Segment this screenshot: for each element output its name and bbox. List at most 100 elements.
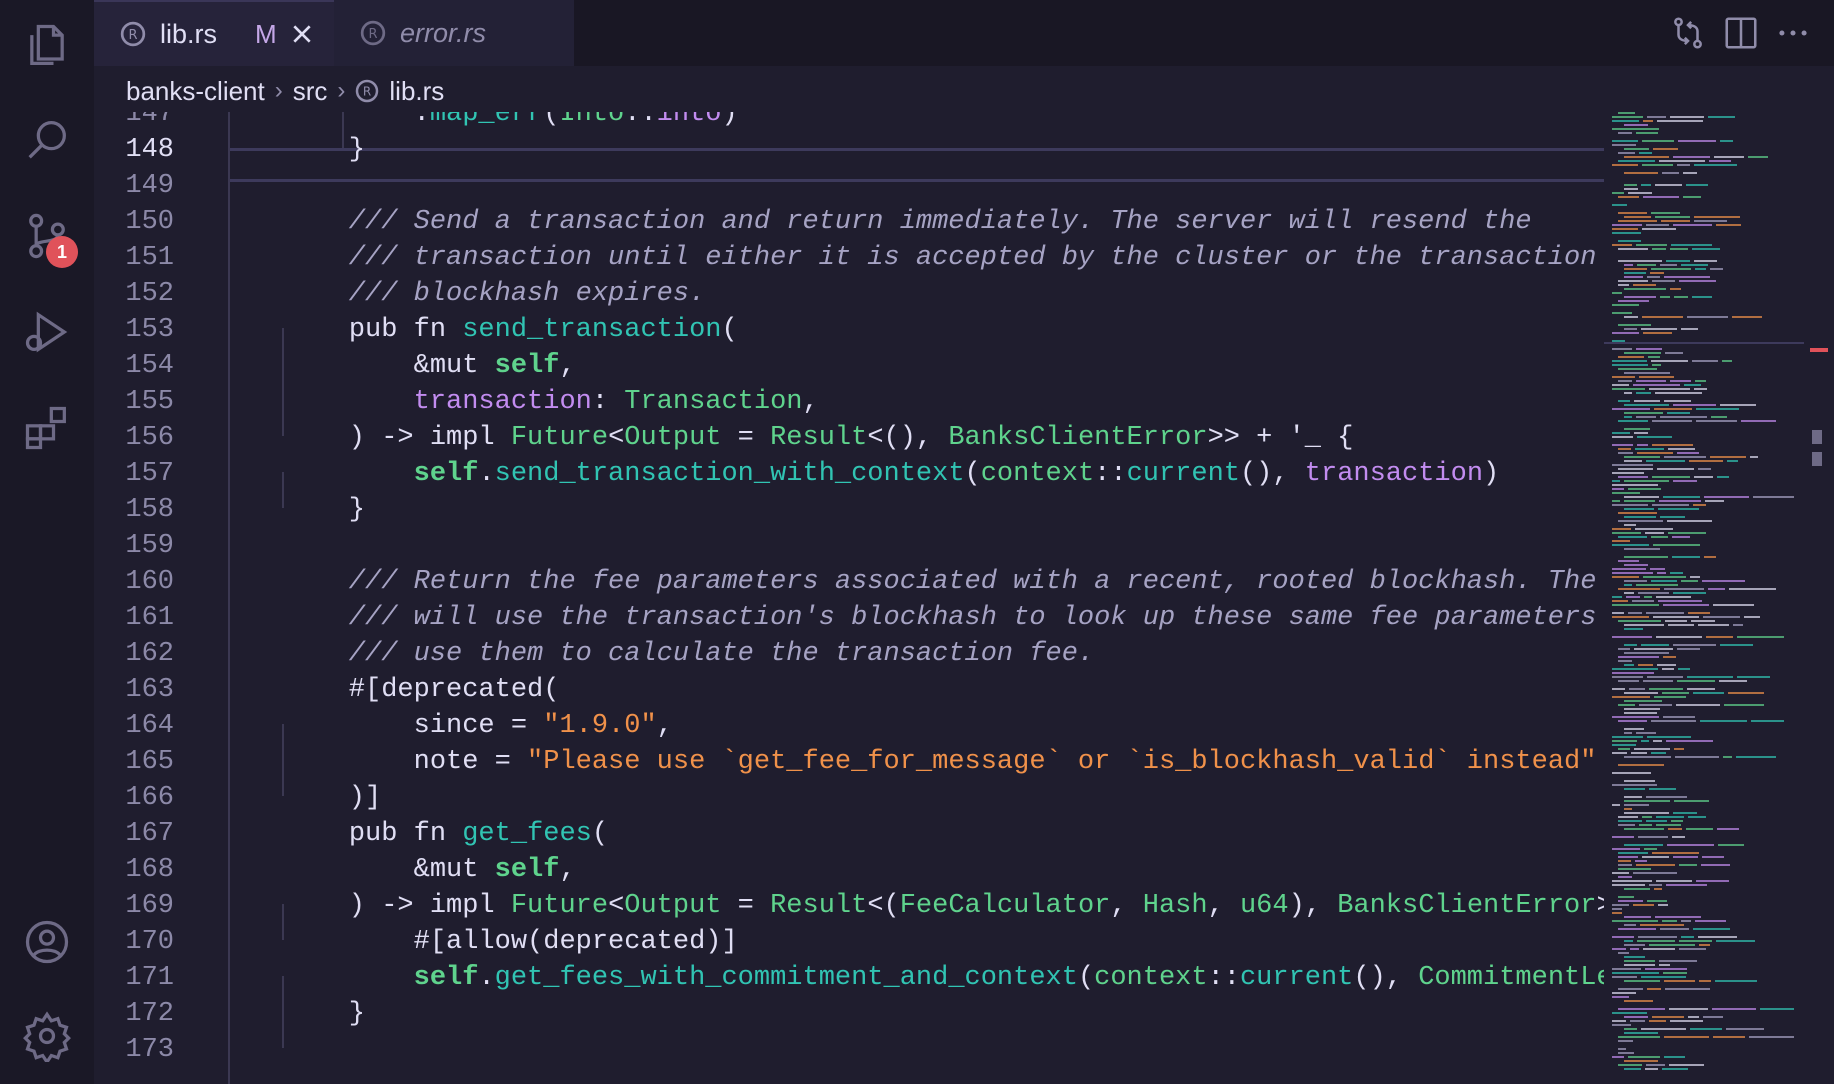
minimap-line [1630, 948, 1639, 950]
code-line[interactable]: 163 #[deprecated( [94, 672, 1604, 708]
explorer-icon[interactable] [0, 6, 94, 86]
minimap-line [1716, 940, 1755, 942]
minimap-line [1624, 916, 1651, 918]
minimap-line [1639, 824, 1652, 826]
minimap-line [1618, 1040, 1633, 1042]
code-line[interactable]: 157 self.send_transaction_with_context(c… [94, 456, 1604, 492]
close-tab-icon[interactable] [291, 23, 313, 45]
minimap-line [1663, 604, 1709, 606]
line-code: self.send_transaction_with_context(conte… [413, 459, 1500, 489]
code-line[interactable]: 169 ) -> impl Future<Output = Result<(Fe… [94, 888, 1604, 924]
minimap-line [1618, 536, 1647, 538]
code-line[interactable]: 166 )] [94, 780, 1604, 816]
minimap-line [1694, 164, 1737, 166]
minimap-line [1624, 712, 1657, 714]
breadcrumb: banks-client › src › R lib.rs [94, 66, 1834, 116]
minimap-line [1693, 692, 1724, 694]
minimap-line [1612, 332, 1639, 334]
code-line[interactable]: 148 } [94, 132, 1604, 168]
minimap-line [1672, 536, 1690, 538]
settings-gear-icon[interactable] [0, 996, 94, 1076]
minimap-line [1618, 852, 1648, 854]
code-line[interactable]: 160 /// Return the fee parameters associ… [94, 564, 1604, 600]
open-changes-icon[interactable] [1669, 14, 1707, 52]
code-line[interactable]: 155 transaction: Transaction, [94, 384, 1604, 420]
minimap-line [1663, 496, 1700, 498]
breadcrumb-item[interactable]: lib.rs [389, 76, 444, 107]
source-control-icon[interactable] [0, 196, 94, 276]
code-line[interactable]: 173 [94, 1032, 1604, 1068]
code-line[interactable]: 170 #[allow(deprecated)] [94, 924, 1604, 960]
code-line[interactable]: 147 .map_err(Into::into) [94, 112, 1604, 132]
code-line[interactable]: 168 &mut self, [94, 852, 1604, 888]
breadcrumb-item[interactable]: src [293, 76, 328, 107]
minimap-line [1618, 860, 1631, 862]
minimap-line [1624, 276, 1643, 278]
split-editor-icon[interactable] [1722, 14, 1760, 52]
minimap-line [1670, 380, 1691, 382]
code-line[interactable]: 172 } [94, 996, 1604, 1032]
minimap-line [1699, 944, 1710, 946]
minimap-line [1624, 828, 1664, 830]
accounts-icon[interactable] [0, 902, 94, 982]
line-code: /// will use the transaction's blockhash… [284, 603, 1604, 633]
code-line[interactable]: 158 } [94, 492, 1604, 528]
minimap-line [1624, 428, 1650, 430]
extensions-icon[interactable] [0, 388, 94, 468]
minimap[interactable] [1604, 112, 1804, 1084]
code-editor[interactable]: 147 .map_err(Into::into) 148 } 149 150 /// … [94, 112, 1604, 1084]
minimap-line [1760, 1008, 1794, 1010]
code-line[interactable]: 164 since = "1.9.0", [94, 708, 1604, 744]
breadcrumb-item[interactable]: banks-client [126, 76, 265, 107]
tab-lib-rs[interactable]: R lib.rs M [94, 0, 334, 66]
run-debug-icon[interactable] [0, 292, 94, 372]
minimap-line [1686, 184, 1708, 186]
minimap-line [1631, 752, 1647, 754]
minimap-line [1702, 856, 1724, 858]
minimap-line [1612, 244, 1632, 246]
minimap-line [1656, 596, 1691, 598]
minimap-line [1624, 480, 1669, 482]
more-actions-icon[interactable] [1774, 14, 1812, 52]
minimap-line [1624, 1068, 1641, 1070]
code-line[interactable]: 149 [94, 168, 1604, 204]
minimap-line [1639, 704, 1672, 706]
minimap-line [1618, 284, 1629, 286]
minimap-line [1624, 584, 1632, 586]
code-line[interactable]: 161 /// will use the transaction's block… [94, 600, 1604, 636]
minimap-line [1618, 824, 1635, 826]
minimap-line [1624, 800, 1670, 802]
code-line[interactable]: 156 ) -> impl Future<Output = Result<(),… [94, 420, 1604, 456]
minimap-line [1661, 220, 1690, 222]
code-line[interactable]: 165 note = "Please use `get_fee_for_mess… [94, 744, 1604, 780]
code-line[interactable]: 159 [94, 528, 1604, 564]
minimap-line [1618, 476, 1648, 478]
minimap-line [1612, 604, 1659, 606]
code-line[interactable]: 152 /// blockhash expires. [94, 276, 1604, 312]
tab-error-rs[interactable]: R error.rs [334, 0, 574, 66]
code-line[interactable]: 151 /// transaction until either it is a… [94, 240, 1604, 276]
code-line[interactable]: 171 self.get_fees_with_commitment_and_co… [94, 960, 1604, 996]
code-line[interactable]: 162 /// use them to calculate the transa… [94, 636, 1604, 672]
minimap-line [1624, 708, 1660, 710]
code-line[interactable]: 150 /// Send a transaction and return im… [94, 204, 1604, 240]
minimap-line [1667, 520, 1712, 522]
code-line[interactable]: 167 pub fn get_fees( [94, 816, 1604, 852]
minimap-line [1612, 688, 1625, 690]
minimap-line [1664, 1056, 1685, 1058]
minimap-line [1728, 692, 1764, 694]
code-line[interactable]: 153 pub fn send_transaction( [94, 312, 1604, 348]
overview-ruler[interactable] [1804, 112, 1834, 1084]
minimap-line [1624, 812, 1669, 814]
minimap-line [1642, 228, 1676, 230]
minimap-line [1624, 692, 1658, 694]
minimap-line [1624, 124, 1648, 126]
minimap-viewport[interactable] [1604, 342, 1804, 344]
minimap-line [1659, 964, 1670, 966]
minimap-line [1710, 456, 1746, 458]
search-icon[interactable] [0, 100, 94, 180]
minimap-line [1646, 820, 1667, 822]
code-line[interactable]: 154 &mut self, [94, 348, 1604, 384]
minimap-line [1618, 212, 1647, 214]
rust-file-icon: R [356, 79, 379, 103]
